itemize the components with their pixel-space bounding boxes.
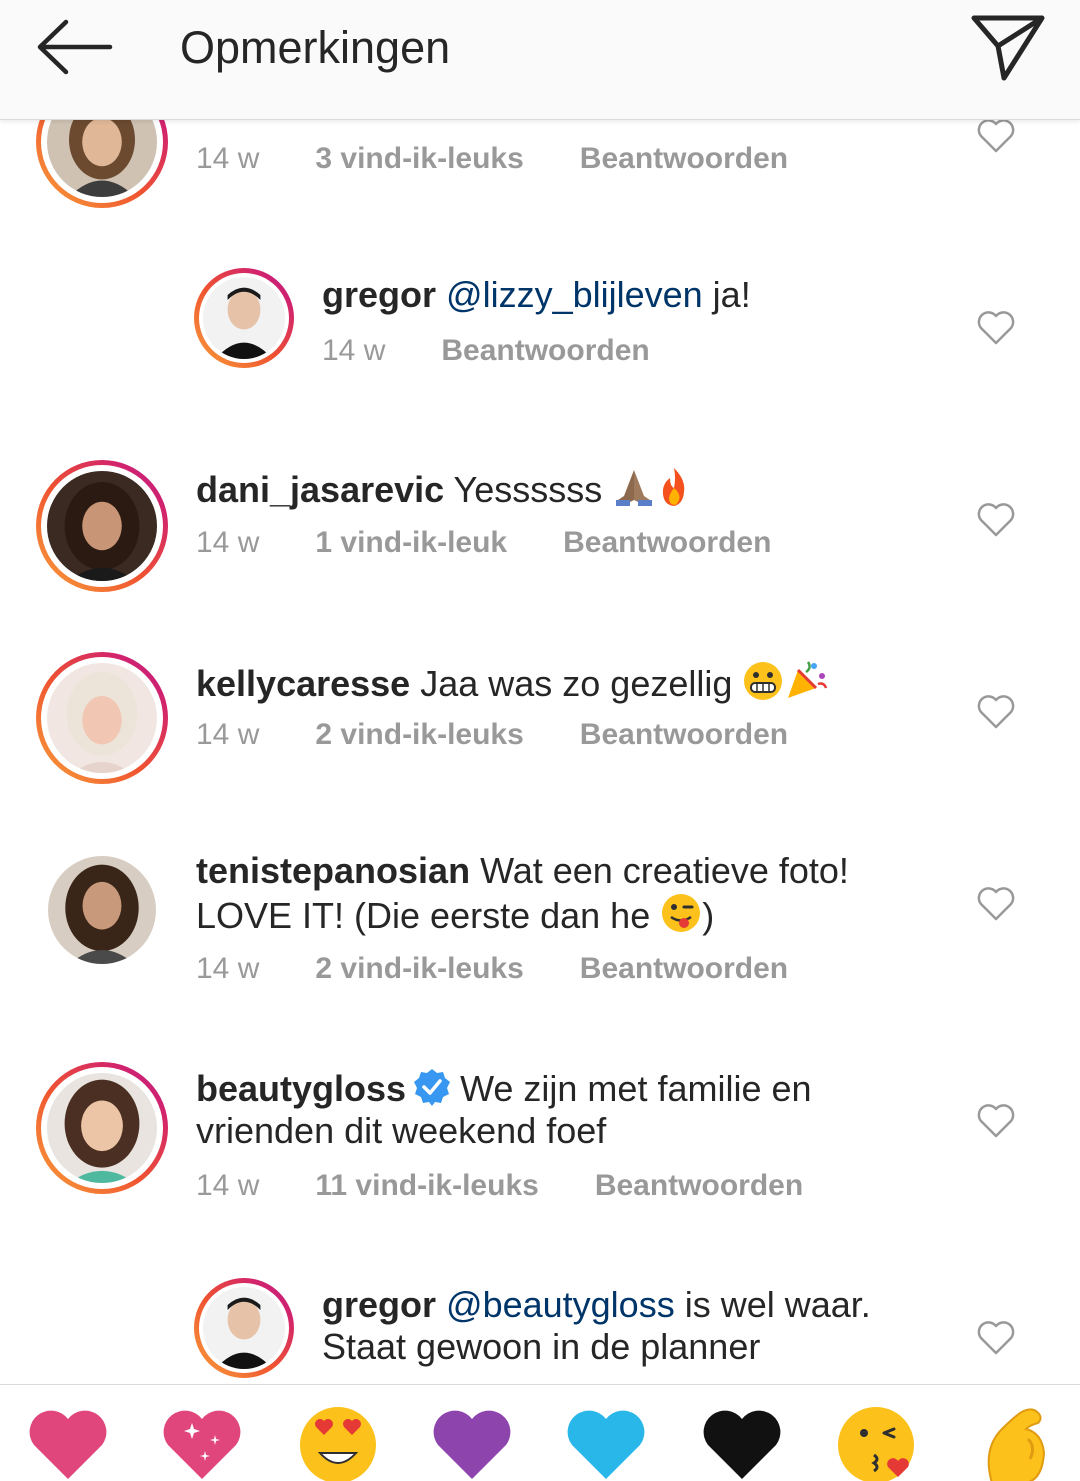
comment-text: dani_jasarevic Yessssss — [196, 466, 936, 511]
comment-meta: 14 w 2 vind-ik-leuks Beantwoorden — [196, 952, 788, 986]
grinning-face-emoji — [744, 662, 783, 700]
avatar[interactable] — [36, 652, 168, 784]
likes-count[interactable]: 1 vind-ik-leuk — [315, 526, 507, 559]
avatar[interactable] — [194, 268, 294, 368]
comment-time: 14 w — [196, 1169, 260, 1202]
reply-button[interactable]: Beantwoorden — [595, 1169, 803, 1202]
comment-time: 14 w — [196, 526, 260, 559]
comment-username[interactable]: gregor — [322, 274, 436, 315]
likes-count[interactable]: 2 vind-ik-leuks — [315, 952, 523, 985]
comment-text: beautygloss We zijn met familie en vriend… — [196, 1067, 896, 1152]
comment-meta: 14 w Beantwoorden — [322, 334, 650, 368]
reply-button[interactable]: Beantwoorden — [563, 526, 771, 559]
comment-body: Yessssss — [444, 469, 613, 510]
paper-plane-icon[interactable] — [966, 10, 1050, 86]
black-heart-emoji[interactable] — [700, 1399, 784, 1481]
comment-text: gregor @beautygloss is wel waar. Staat g… — [322, 1284, 922, 1368]
comment-body: Jaa was zo gezellig — [410, 663, 743, 704]
comment-username[interactable]: gregor — [322, 1284, 436, 1325]
blue-heart-emoji[interactable] — [564, 1399, 648, 1481]
like-heart-icon[interactable] — [976, 1320, 1016, 1356]
reply-button[interactable]: Beantwoorden — [580, 142, 788, 175]
like-heart-icon[interactable] — [976, 502, 1016, 538]
mention-link[interactable]: @lizzy_blijleven — [446, 274, 703, 315]
avatar[interactable] — [36, 1062, 168, 1194]
pink-heart-emoji[interactable] — [26, 1399, 110, 1481]
like-heart-icon[interactable] — [976, 310, 1016, 346]
comment-text: gregor @lizzy_blijleven ja! — [322, 274, 942, 316]
comment-time: 14 w — [196, 718, 260, 751]
comment-time: 14 w — [196, 142, 260, 175]
purple-heart-emoji[interactable] — [430, 1399, 514, 1481]
sparkling-heart-emoji[interactable] — [160, 1399, 244, 1481]
heart-eyes-emoji[interactable] — [296, 1399, 380, 1481]
likes-count[interactable]: 2 vind-ik-leuks — [315, 718, 523, 751]
avatar[interactable] — [36, 460, 168, 592]
arrow-left-icon[interactable] — [28, 14, 118, 84]
comment-username[interactable]: kellycaresse — [196, 663, 410, 704]
like-heart-icon[interactable] — [976, 886, 1016, 922]
avatar[interactable] — [48, 856, 156, 964]
quick-emoji-bar — [0, 1384, 1080, 1481]
fire-emoji — [663, 468, 685, 506]
comment-meta: 14 w 2 vind-ik-leuks Beantwoorden — [196, 718, 788, 752]
winking-tongue-emoji — [662, 894, 701, 932]
comment-text: tenistepanosian Wat een creatieve foto! … — [196, 850, 946, 937]
flexed-biceps-emoji[interactable] — [972, 1399, 1056, 1481]
comment-meta: 14 w 11 vind-ik-leuks Beantwoorden — [196, 1169, 803, 1203]
reply-button[interactable]: Beantwoorden — [580, 718, 788, 751]
like-heart-icon[interactable] — [976, 118, 1016, 154]
like-heart-icon[interactable] — [976, 694, 1016, 730]
comment-meta: 14 w 1 vind-ik-leuk Beantwoorden — [196, 526, 771, 560]
comment-time: 14 w — [322, 334, 386, 367]
comment-body-end: ) — [702, 895, 715, 936]
app-header: Opmerkingen — [0, 0, 1080, 120]
likes-count[interactable]: 3 vind-ik-leuks — [315, 142, 523, 175]
comment-time: 14 w — [196, 952, 260, 985]
verified-badge-icon — [414, 1069, 451, 1106]
mention-link[interactable]: @beautygloss — [446, 1284, 675, 1325]
folded-hands-emoji — [616, 470, 653, 506]
reply-button[interactable]: Beantwoorden — [580, 952, 788, 985]
comment-username[interactable]: beautygloss — [196, 1068, 406, 1109]
kissing-heart-emoji[interactable] — [834, 1399, 918, 1481]
page-title: Opmerkingen — [180, 22, 451, 73]
like-heart-icon[interactable] — [976, 1103, 1016, 1139]
comment-body: ja! — [702, 274, 751, 315]
avatar[interactable] — [194, 1278, 294, 1378]
comment-username[interactable]: dani_jasarevic — [196, 469, 444, 510]
comment-list[interactable]: 14 w 3 vind-ik-leuks Beantwoorden gregor @… — [0, 0, 1080, 1384]
reply-button[interactable]: Beantwoorden — [441, 334, 649, 367]
comment-meta: 14 w 3 vind-ik-leuks Beantwoorden — [196, 142, 788, 176]
party-popper-emoji — [788, 661, 828, 698]
likes-count[interactable]: 11 vind-ik-leuks — [315, 1169, 538, 1202]
comment-text: kellycaresse Jaa was zo gezellig — [196, 658, 936, 705]
comment-username[interactable]: tenistepanosian — [196, 850, 470, 891]
